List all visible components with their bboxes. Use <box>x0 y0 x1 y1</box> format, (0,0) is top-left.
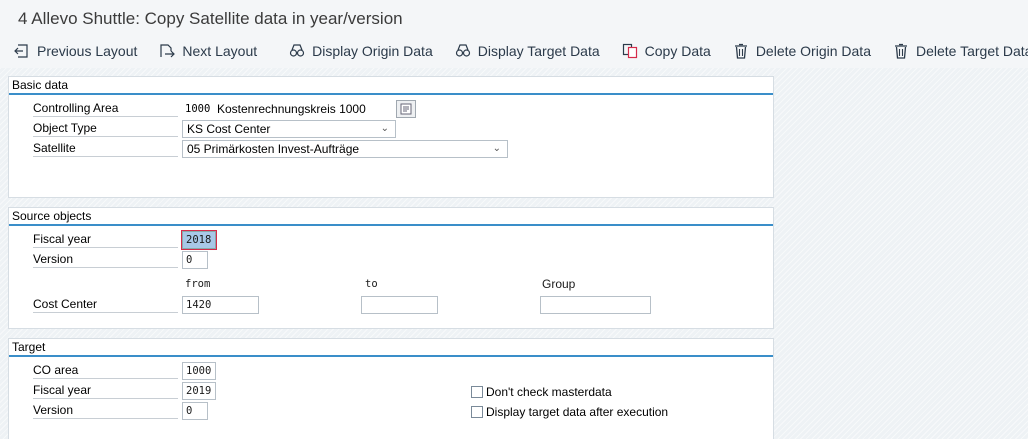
trash-icon <box>734 43 747 59</box>
basic-data-title: Basic data <box>9 77 773 95</box>
cost-center-row: Cost Center 1420 <box>9 296 773 315</box>
dont-check-masterdata-checkbox[interactable]: Don't check masterdata <box>471 385 612 399</box>
display-target-data-button[interactable]: Display Target Data <box>455 43 600 59</box>
target-fiscal-year-row: Fiscal year 2019 Don't check masterdata <box>9 382 773 401</box>
display-target-after-execution-checkbox[interactable]: Display target data after execution <box>471 405 668 419</box>
display-target-after-execution-label: Display target data after execution <box>486 405 669 419</box>
controlling-area-text: Kostenrechnungskreis 1000 <box>217 102 366 116</box>
value-help-button[interactable] <box>396 100 416 118</box>
copy-icon <box>622 43 637 59</box>
controlling-area-code: 1000 <box>185 103 211 115</box>
cost-center-from-input[interactable]: 1420 <box>182 296 259 314</box>
previous-layout-icon <box>14 44 28 58</box>
checkbox-box[interactable] <box>471 406 483 418</box>
next-layout-label: Next Layout <box>182 43 258 59</box>
object-type-row: Object Type KS Cost Center ⌄ <box>9 120 773 139</box>
chevron-down-icon: ⌄ <box>492 143 501 154</box>
delete-target-data-label: Delete Target Data <box>915 43 1028 59</box>
copy-data-label: Copy Data <box>644 43 711 59</box>
display-origin-data-label: Display Origin Data <box>312 43 433 59</box>
checkbox-box[interactable] <box>471 386 483 398</box>
satellite-value: 05 Primärkosten Invest-Aufträge <box>187 142 360 156</box>
target-co-area-row: CO area 1000 <box>9 362 773 381</box>
delete-origin-data-label: Delete Origin Data <box>755 43 871 59</box>
chevron-down-icon: ⌄ <box>380 123 389 134</box>
source-version-input[interactable]: 0 <box>182 251 208 269</box>
copy-data-button[interactable]: Copy Data <box>622 43 711 59</box>
source-version-label: Version <box>33 251 178 268</box>
previous-layout-button[interactable]: Previous Layout <box>14 43 137 59</box>
previous-layout-label: Previous Layout <box>37 43 138 59</box>
glasses-icon <box>455 44 470 57</box>
target-version-label: Version <box>33 402 178 419</box>
delete-origin-data-button[interactable]: Delete Origin Data <box>733 43 871 59</box>
target-co-area-input[interactable]: 1000 <box>182 362 216 380</box>
satellite-select[interactable]: 05 Primärkosten Invest-Aufträge ⌄ <box>182 140 508 158</box>
target-co-area-label: CO area <box>33 362 178 379</box>
object-type-label: Object Type <box>33 120 178 137</box>
target-panel: Target CO area 1000 Fiscal year 2019 Don… <box>8 338 774 439</box>
display-target-data-label: Display Target Data <box>477 43 600 59</box>
target-fiscal-year-input[interactable]: 2019 <box>182 382 216 400</box>
from-column-header: from <box>185 278 211 290</box>
target-fiscal-year-label: Fiscal year <box>33 382 178 399</box>
window-title: 4 Allevo Shuttle: Copy Satellite data in… <box>0 0 1028 34</box>
source-fiscal-year-input[interactable]: 2018 <box>181 230 217 250</box>
source-objects-title: Source objects <box>9 208 773 226</box>
object-type-value: KS Cost Center <box>187 122 271 136</box>
source-objects-panel: Source objects Fiscal year 2018 Version … <box>8 207 774 329</box>
satellite-row: Satellite 05 Primärkosten Invest-Aufträg… <box>9 140 773 159</box>
value-help-icon <box>400 103 412 115</box>
delete-target-data-button[interactable]: Delete Target Data <box>893 43 1028 59</box>
controlling-area-label: Controlling Area <box>33 100 178 117</box>
target-version-input[interactable]: 0 <box>182 402 208 420</box>
target-title: Target <box>9 339 773 357</box>
satellite-label: Satellite <box>33 140 178 157</box>
controlling-area-row: Controlling Area 1000 Kostenrechnungskre… <box>9 100 773 119</box>
source-version-row: Version 0 <box>9 251 773 270</box>
basic-data-panel: Basic data Controlling Area 1000 Kostenr… <box>8 76 774 198</box>
next-layout-button[interactable]: Next Layout <box>159 43 257 59</box>
target-version-row: Version 0 Display target data after exec… <box>9 402 773 421</box>
group-column-header: Group <box>542 277 576 291</box>
toolbar: Previous Layout Next Layout Display Orig… <box>0 34 1028 68</box>
cost-center-group-input[interactable] <box>540 296 651 314</box>
object-type-select[interactable]: KS Cost Center ⌄ <box>182 120 396 138</box>
source-fiscal-year-label: Fiscal year <box>33 231 178 248</box>
to-column-header: to <box>365 278 378 290</box>
cost-center-label: Cost Center <box>33 296 178 313</box>
glasses-icon <box>290 44 305 57</box>
trash-icon <box>894 43 907 59</box>
display-origin-data-button[interactable]: Display Origin Data <box>289 43 433 59</box>
source-fiscal-year-row: Fiscal year 2018 <box>9 230 773 250</box>
cost-center-to-input[interactable] <box>361 296 438 314</box>
dont-check-masterdata-label: Don't check masterdata <box>486 385 612 399</box>
next-layout-icon <box>160 44 176 58</box>
